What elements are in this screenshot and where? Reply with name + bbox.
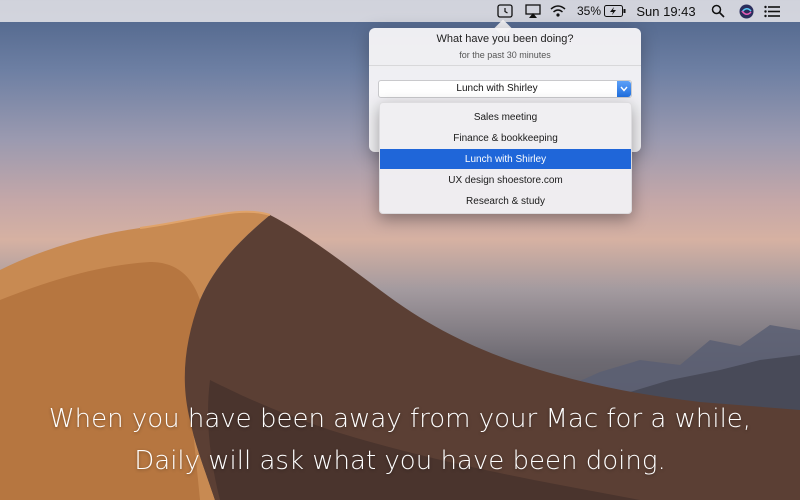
- activity-dropdown-menu: Sales meeting Finance & bookkeeping Lunc…: [379, 102, 632, 214]
- dropdown-option[interactable]: Sales meeting: [380, 107, 631, 127]
- activity-select[interactable]: Lunch with Shirley: [378, 80, 632, 98]
- list-icon[interactable]: [762, 0, 782, 22]
- caption-line-1: When you have been away from your Mac fo…: [48, 404, 752, 434]
- dropdown-option[interactable]: UX design shoestore.com: [380, 170, 631, 190]
- search-icon[interactable]: [708, 0, 728, 22]
- wifi-icon[interactable]: [548, 0, 568, 22]
- dropdown-option[interactable]: Finance & bookkeeping: [380, 128, 631, 148]
- battery-icon[interactable]: [603, 0, 627, 22]
- popover-title: What have you been doing?: [436, 33, 574, 45]
- clock[interactable]: Sun 19:43: [634, 0, 698, 22]
- clock-app-icon[interactable]: [494, 0, 516, 22]
- caption-line-2: Daily will ask what you have been doing.: [134, 446, 666, 476]
- menu-bar: 35% Sun 19:43: [0, 0, 800, 22]
- activity-select-value: Lunch with Shirley: [456, 83, 538, 94]
- airplay-icon[interactable]: [523, 0, 543, 22]
- battery-percent: 35%: [576, 4, 602, 18]
- dropdown-option[interactable]: Research & study: [380, 191, 631, 211]
- siri-icon[interactable]: [736, 0, 756, 22]
- divider: [369, 65, 641, 66]
- dropdown-option-selected[interactable]: Lunch with Shirley: [380, 149, 631, 169]
- popover-subtitle: for the past 30 minutes: [459, 50, 551, 60]
- chevron-down-icon[interactable]: [617, 81, 631, 97]
